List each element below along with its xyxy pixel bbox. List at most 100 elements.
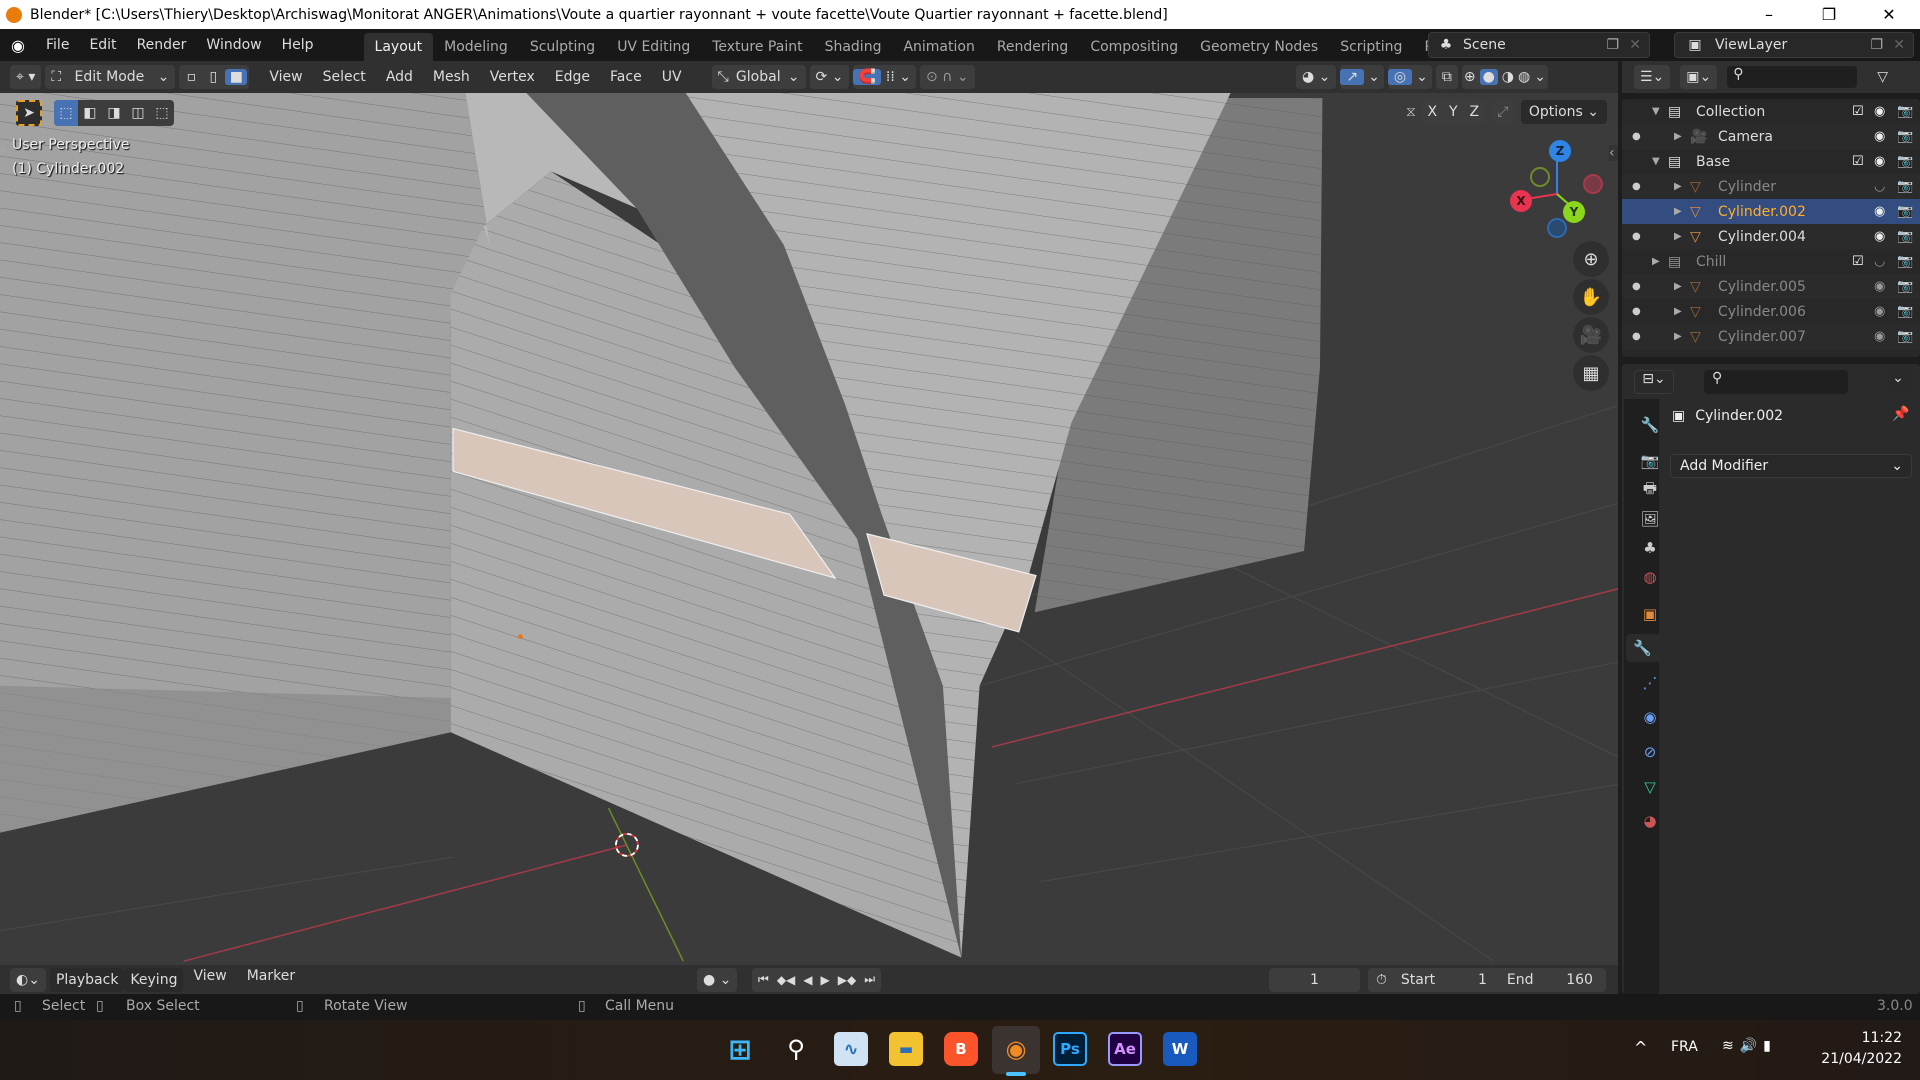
timeline-menu-playback[interactable]: Playback — [49, 967, 125, 992]
menu-mesh[interactable]: Mesh — [423, 69, 480, 85]
tab-geometry-nodes[interactable]: Geometry Nodes — [1189, 33, 1329, 61]
play-icon[interactable]: ▶ — [821, 973, 830, 987]
render-camera-icon[interactable]: 📷 — [1897, 129, 1913, 144]
render-camera-icon[interactable]: 📷 — [1897, 104, 1913, 119]
menu-uv[interactable]: UV — [652, 69, 692, 85]
visibility-eye-icon[interactable]: ◉ — [1874, 329, 1885, 344]
menu-file[interactable]: File — [36, 37, 79, 53]
menu-add[interactable]: Add — [376, 69, 423, 85]
gizmo-dropdown[interactable]: ⌄ — [1364, 69, 1384, 85]
expand-arrow-icon[interactable]: ▶ — [1652, 256, 1660, 267]
expand-arrow-icon[interactable]: ▶ — [1674, 206, 1682, 217]
menu-view[interactable]: View — [259, 69, 312, 85]
toolbar-expand-icon[interactable]: › — [0, 143, 6, 159]
mirror-z-button[interactable]: Z — [1464, 100, 1485, 124]
properties-tab-physics-icon[interactable]: ◉ — [1636, 703, 1664, 731]
timeline-menu-view[interactable]: View — [183, 968, 236, 992]
new-view-layer-icon[interactable]: ❐ — [1870, 37, 1883, 53]
properties-tab-constraints-icon[interactable]: ⊘ — [1636, 738, 1664, 766]
resource-monitor-icon[interactable]: ∿ — [834, 1032, 868, 1066]
after-effects-icon[interactable]: Ae — [1108, 1032, 1142, 1066]
select-tool-icon[interactable]: ➤ — [16, 100, 42, 126]
expand-arrow-icon[interactable]: ▶ — [1674, 231, 1682, 242]
edge-select-icon[interactable]: ▯ — [203, 69, 223, 85]
outliner-row-collection[interactable]: ▼ ▤ Collection ☑ ◉ 📷 — [1622, 99, 1920, 124]
expand-arrow-icon[interactable]: ▼ — [1652, 156, 1660, 167]
outliner-row-camera[interactable]: ● ▶ 🎥 Camera ◉ 📷 — [1622, 124, 1920, 149]
blender-menu-icon[interactable]: ◉ — [0, 36, 36, 55]
exclude-checkbox[interactable]: ☑ — [1852, 254, 1864, 269]
menu-help[interactable]: Help — [272, 37, 324, 53]
render-camera-icon[interactable]: 📷 — [1897, 279, 1913, 294]
render-camera-icon[interactable]: 📷 — [1897, 254, 1913, 269]
file-explorer-icon[interactable]: ▬ — [889, 1032, 923, 1066]
timeline-menu-keying[interactable]: Keying — [124, 967, 184, 992]
tab-animation[interactable]: Animation — [892, 33, 985, 61]
outliner-row-cylinder[interactable]: ● ▶ ▽ Cylinder ◡ 📷 — [1622, 174, 1920, 199]
camera-view-icon[interactable]: 🎥 — [1573, 317, 1609, 353]
stopwatch-icon[interactable]: ⏱ — [1376, 972, 1387, 988]
gizmo-x-axis[interactable]: X — [1510, 190, 1532, 212]
menu-window[interactable]: Window — [196, 37, 271, 53]
xray-toggle-icon[interactable]: ⧉ — [1435, 65, 1458, 89]
maximize-button[interactable]: ❐ — [1806, 0, 1852, 29]
word-icon[interactable]: W — [1163, 1032, 1197, 1066]
timeline-editor-type-button[interactable]: ◐⌄ — [10, 967, 46, 992]
menu-select[interactable]: Select — [313, 69, 376, 85]
mode-dropdown[interactable]: ⛶ Edit Mode ⌄ — [45, 65, 176, 89]
editor-type-dropdown[interactable]: ⊟⌄ — [1634, 370, 1674, 394]
options-dropdown[interactable]: Options ⌄ — [1520, 100, 1608, 124]
tab-rendering[interactable]: Rendering — [986, 33, 1080, 61]
scene-selector[interactable]: ♣ Scene ❐ ✕ — [1428, 32, 1650, 58]
play-reverse-icon[interactable]: ◀ — [803, 973, 812, 987]
snap-target-dropdown[interactable]: ⁞⁞ ⌄ — [881, 69, 916, 85]
volume-icon[interactable]: 🔊 — [1740, 1038, 1763, 1054]
clock[interactable]: 11:22 21/04/2022 — [1780, 1028, 1902, 1070]
tab-uv-editing[interactable]: UV Editing — [606, 33, 701, 61]
visibility-eye-icon[interactable]: ◉ — [1874, 129, 1885, 144]
properties-tab-scene-icon[interactable]: ♣ — [1636, 534, 1664, 562]
mirror-x-button[interactable]: X — [1422, 100, 1443, 124]
current-frame-field[interactable]: 1 — [1269, 967, 1360, 992]
next-keyframe-icon[interactable]: ▶◆ — [838, 973, 856, 987]
view-layer-selector[interactable]: ▣ ViewLayer ❐ ✕ — [1674, 32, 1914, 58]
brave-browser-icon[interactable]: B — [944, 1032, 978, 1066]
vertex-select-icon[interactable]: ▫ — [181, 69, 201, 85]
snap-toggle-icon[interactable]: 🧲 — [853, 69, 881, 85]
view-layer-filter-dropdown[interactable]: ▣⌄ — [1680, 65, 1718, 89]
timeline-menu-marker[interactable]: Marker — [237, 968, 305, 992]
properties-tab-data-icon[interactable]: ▽ — [1636, 773, 1664, 801]
viewport-scene[interactable] — [0, 93, 1618, 965]
tab-sculpting[interactable]: Sculpting — [519, 33, 606, 61]
properties-tab-world-icon[interactable]: ◍ — [1636, 563, 1664, 591]
expand-arrow-icon[interactable]: ▶ — [1674, 281, 1682, 292]
outliner-row-cylinder-007[interactable]: ● ▶ ▽ Cylinder.007 ◉ 📷 — [1622, 324, 1920, 349]
tab-compositing[interactable]: Compositing — [1079, 33, 1189, 61]
outliner-search-input[interactable]: ⚲ — [1727, 66, 1858, 88]
tab-layout[interactable]: Layout — [363, 33, 434, 61]
outliner-row-cylinder-004[interactable]: ● ▶ ▽ Cylinder.004 ◉ 📷 — [1622, 224, 1920, 249]
menu-vertex[interactable]: Vertex — [480, 69, 545, 85]
visibility-eye-icon[interactable]: ◉ — [1874, 154, 1885, 169]
render-camera-icon[interactable]: 📷 — [1897, 329, 1913, 344]
properties-tab-tool-icon[interactable]: 🔧 — [1636, 411, 1664, 439]
outliner-row-base[interactable]: ▼ ▤ Base ☑ ◉ 📷 — [1622, 149, 1920, 174]
visibility-eye-icon[interactable]: ◡ — [1874, 254, 1885, 269]
transform-orientation-dropdown[interactable]: ⤡ Global ⌄ — [711, 65, 806, 89]
render-camera-icon[interactable]: 📷 — [1897, 154, 1913, 169]
visibility-selectability-dropdown[interactable]: ◕ ⌄ — [1296, 65, 1337, 89]
zoom-view-icon[interactable]: ⊕ — [1573, 241, 1609, 277]
properties-search-input[interactable]: ⚲ — [1704, 370, 1848, 394]
select-invert-icon[interactable]: ◫ — [126, 100, 150, 126]
select-extend-icon[interactable]: ◧ — [78, 100, 102, 126]
expand-arrow-icon[interactable]: ▼ — [1652, 106, 1660, 117]
properties-tab-output-icon[interactable]: 🖶 — [1636, 476, 1664, 504]
render-camera-icon[interactable]: 📷 — [1897, 204, 1913, 219]
render-camera-icon[interactable]: 📷 — [1897, 179, 1913, 194]
jump-to-end-icon[interactable]: ⏭ — [864, 972, 875, 987]
select-intersect-icon[interactable]: ⬚ — [150, 100, 174, 126]
menu-render[interactable]: Render — [127, 37, 197, 53]
shading-dropdown[interactable]: ⌄ — [1534, 69, 1546, 85]
search-icon[interactable]: ⚲ — [779, 1032, 813, 1066]
menu-edge[interactable]: Edge — [545, 69, 600, 85]
